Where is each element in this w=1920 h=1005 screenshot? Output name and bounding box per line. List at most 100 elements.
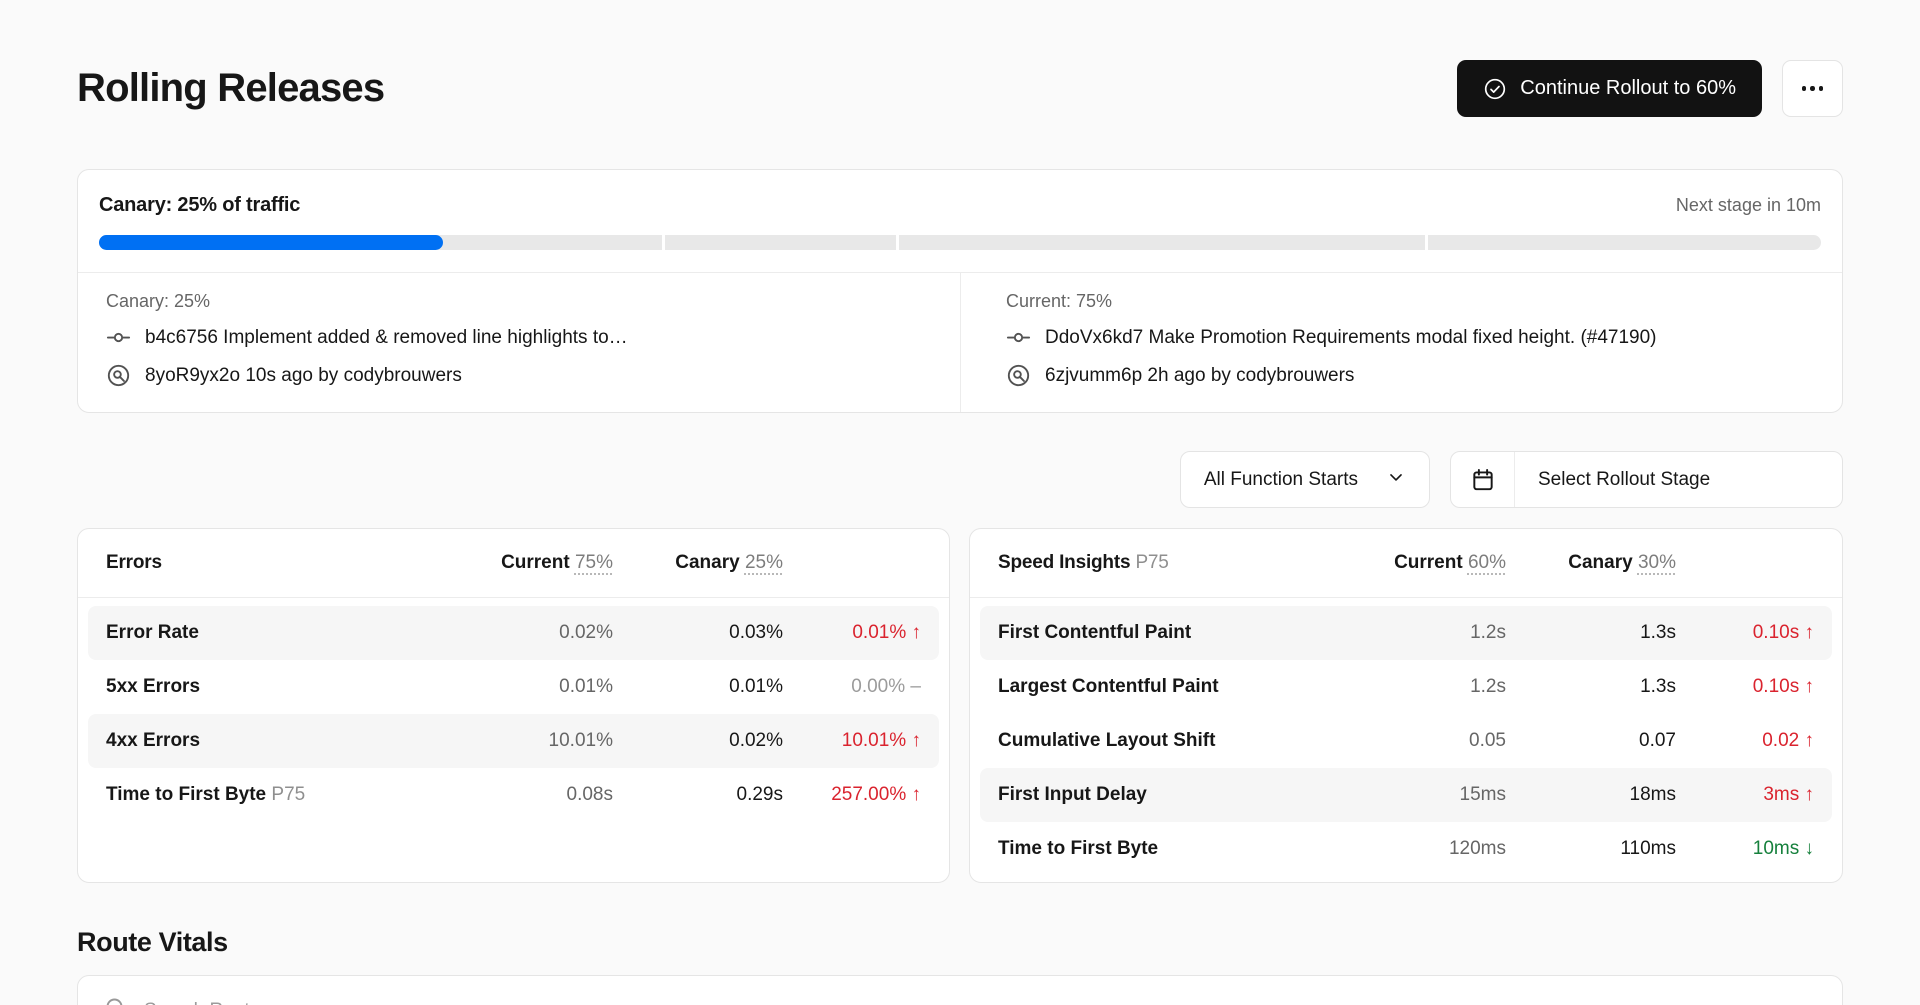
search-routes-input[interactable] <box>144 1000 1816 1005</box>
page-header: Rolling Releases Continue Rollout to 60% <box>77 60 1843 117</box>
metric-current-value: 0.05 <box>1336 730 1506 752</box>
metric-label: 5xx Errors <box>106 676 443 698</box>
route-vitals-title: Route Vitals <box>77 927 1843 958</box>
current-commit-link[interactable]: DdoVx6kd7 Make Promotion Requirements mo… <box>1006 325 1814 350</box>
continue-rollout-label: Continue Rollout to 60% <box>1520 77 1736 100</box>
current-share-label: Current: 75% <box>1006 291 1814 312</box>
progress-stage-divider <box>662 234 665 251</box>
metric-row: Largest Contentful Paint1.2s1.3s0.10s ↑ <box>980 660 1832 714</box>
metric-row: Error Rate0.02%0.03%0.01% ↑ <box>88 606 939 660</box>
metric-row: Time to First Byte120ms110ms10ms ↓ <box>980 822 1832 876</box>
trend-arrow-icon: – <box>910 676 921 697</box>
rollout-progress-section: Canary: 25% of traffic Next stage in 10m <box>78 170 1842 272</box>
canary-column-header: Canary 25% <box>613 552 783 574</box>
metric-delta-value: 10.01% ↑ <box>783 730 921 752</box>
header-actions: Continue Rollout to 60% <box>1457 60 1843 117</box>
metric-row: Time to First Byte P750.08s0.29s257.00% … <box>88 768 939 822</box>
git-commit-icon <box>106 325 131 350</box>
canary-commit-text: b4c6756 Implement added & removed line h… <box>145 327 628 349</box>
trend-arrow-icon: ↑ <box>1805 730 1815 751</box>
metric-row: Cumulative Layout Shift0.050.070.02 ↑ <box>980 714 1832 768</box>
speed-insights-table-header: Speed Insights P75 Current 60% Canary 30… <box>970 529 1842 598</box>
current-share-value: 60% <box>1468 552 1506 573</box>
metric-canary-value: 110ms <box>1506 838 1676 860</box>
metric-current-value: 15ms <box>1336 784 1506 806</box>
metric-label: First Contentful Paint <box>998 622 1336 644</box>
route-vitals-card <box>77 975 1843 1005</box>
metric-current-value: 120ms <box>1336 838 1506 860</box>
metric-current-value: 1.2s <box>1336 676 1506 698</box>
deployment-inspect-icon <box>106 363 131 388</box>
metrics-row: Errors Current 75% Canary 25% Error Rate… <box>77 528 1843 883</box>
progress-fill <box>99 235 443 250</box>
metric-current-value: 10.01% <box>443 730 613 752</box>
metric-canary-value: 1.3s <box>1506 622 1676 644</box>
metric-canary-value: 0.29s <box>613 784 783 806</box>
speed-insights-table-body: First Contentful Paint1.2s1.3s0.10s ↑Lar… <box>970 598 1842 883</box>
check-circle-icon <box>1483 77 1507 101</box>
function-starts-select[interactable]: All Function Starts <box>1180 451 1430 508</box>
canary-commit-link[interactable]: b4c6756 Implement added & removed line h… <box>106 325 932 350</box>
function-starts-label: All Function Starts <box>1204 469 1358 491</box>
trend-arrow-icon: ↑ <box>1805 676 1815 697</box>
metric-delta-value: 0.01% ↑ <box>783 622 921 644</box>
chevron-down-icon <box>1386 467 1406 493</box>
git-commit-icon <box>1006 325 1031 350</box>
canary-column-header: Canary 30% <box>1506 552 1676 574</box>
canary-share-label: Canary: 25% <box>106 291 932 312</box>
metric-delta-value: 257.00% ↑ <box>783 784 921 806</box>
metric-label: 4xx Errors <box>106 730 443 752</box>
trend-arrow-icon: ↑ <box>1805 622 1815 643</box>
page-title: Rolling Releases <box>77 66 384 111</box>
current-deployment-link[interactable]: 6zjvumm6p 2h ago by codybrouwers <box>1006 363 1814 388</box>
metric-row: 5xx Errors0.01%0.01%0.00% – <box>88 660 939 714</box>
ellipsis-icon <box>1802 86 1807 91</box>
metric-delta-value: 3ms ↑ <box>1676 784 1814 806</box>
metric-delta-value: 0.10s ↑ <box>1676 676 1814 698</box>
errors-table-title: Errors <box>106 552 162 573</box>
current-column-header: Current 60% <box>1336 552 1506 574</box>
current-share-value: 75% <box>575 552 613 573</box>
calendar-icon <box>1451 452 1515 507</box>
errors-table-body: Error Rate0.02%0.03%0.01% ↑5xx Errors0.0… <box>78 598 949 830</box>
metric-delta-value: 0.10s ↑ <box>1676 622 1814 644</box>
current-column-header: Current 75% <box>443 552 613 574</box>
canary-deployment-link[interactable]: 8yoR9yx2o 10s ago by codybrouwers <box>106 363 932 388</box>
metric-row: 4xx Errors10.01%0.02%10.01% ↑ <box>88 714 939 768</box>
metric-delta-value: 0.00% – <box>783 676 921 698</box>
rollout-stage-placeholder: Select Rollout Stage <box>1515 469 1710 491</box>
speed-insights-table-card: Speed Insights P75 Current 60% Canary 30… <box>969 528 1843 883</box>
metric-canary-value: 0.02% <box>613 730 783 752</box>
rollout-status-card: Canary: 25% of traffic Next stage in 10m… <box>77 169 1843 413</box>
metric-current-value: 1.2s <box>1336 622 1506 644</box>
percentile-suffix: P75 <box>271 784 305 805</box>
current-release-column: Current: 75% DdoVx6kd7 Make Promotion Re… <box>960 273 1842 412</box>
metric-label: Error Rate <box>106 622 443 644</box>
rollout-stage-picker[interactable]: Select Rollout Stage <box>1450 451 1843 508</box>
canary-share-value: 25% <box>745 552 783 573</box>
more-options-button[interactable] <box>1782 60 1843 117</box>
errors-table-card: Errors Current 75% Canary 25% Error Rate… <box>77 528 950 883</box>
trend-arrow-icon: ↑ <box>912 730 922 751</box>
metric-canary-value: 18ms <box>1506 784 1676 806</box>
metric-current-value: 0.02% <box>443 622 613 644</box>
trend-arrow-icon: ↑ <box>912 784 922 805</box>
metric-row: First Contentful Paint1.2s1.3s0.10s ↑ <box>980 606 1832 660</box>
canary-traffic-title: Canary: 25% of traffic <box>99 194 300 217</box>
trend-arrow-icon: ↑ <box>1805 784 1815 805</box>
metric-current-value: 0.01% <box>443 676 613 698</box>
metric-delta-value: 10ms ↓ <box>1676 838 1814 860</box>
next-stage-label: Next stage in 10m <box>1676 195 1821 216</box>
continue-rollout-button[interactable]: Continue Rollout to 60% <box>1457 60 1762 117</box>
metric-canary-value: 0.07 <box>1506 730 1676 752</box>
metric-label: Time to First Byte P75 <box>106 784 443 806</box>
trend-arrow-icon: ↓ <box>1805 838 1815 859</box>
metric-label: Cumulative Layout Shift <box>998 730 1336 752</box>
search-icon <box>104 996 128 1005</box>
canary-deployment-text: 8yoR9yx2o 10s ago by codybrouwers <box>145 365 462 387</box>
metric-delta-value: 0.02 ↑ <box>1676 730 1814 752</box>
metric-canary-value: 1.3s <box>1506 676 1676 698</box>
percentile-suffix: P75 <box>1135 552 1168 573</box>
trend-arrow-icon: ↑ <box>912 622 922 643</box>
speed-insights-table-title: Speed Insights <box>998 552 1130 573</box>
